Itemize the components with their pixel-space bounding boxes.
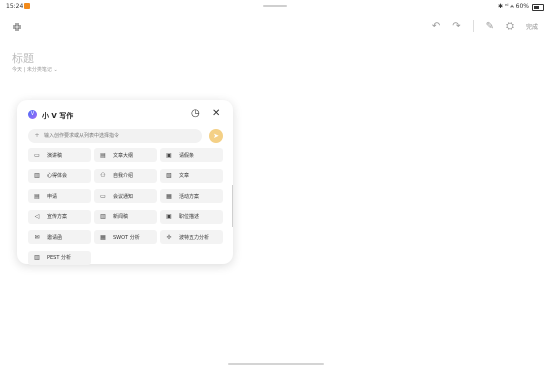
template-chip[interactable]: ▤ 申请: [28, 189, 91, 203]
template-chip[interactable]: ▦ 活动方案: [160, 189, 223, 203]
template-icon: ▦: [166, 192, 172, 200]
template-icon: ✉: [34, 233, 40, 241]
fullscreen-icon[interactable]: [12, 22, 22, 35]
template-icon: ▤: [100, 151, 106, 159]
notification-badge-icon: [24, 3, 30, 9]
template-icon: ⚇: [100, 172, 106, 179]
template-icon: ▭: [100, 192, 106, 200]
template-icon: ▣: [166, 151, 172, 159]
template-chip[interactable]: ▭ 会议通知: [94, 189, 157, 203]
template-label: 会议通知: [113, 193, 134, 200]
template-icon: ▦: [100, 233, 106, 241]
template-icon: ▤: [34, 192, 40, 200]
template-chip[interactable]: ▣ 请假条: [160, 148, 223, 162]
template-icon: ✢: [166, 233, 172, 241]
template-chip[interactable]: ▦ SWOT 分析: [94, 230, 157, 244]
close-icon[interactable]: ✕: [212, 109, 222, 119]
template-label: PEST 分析: [47, 255, 71, 261]
template-icon: ▧: [166, 172, 172, 179]
writing-assistant-panel: V 小 V 写作 ◷ ✕ + ➤ ▭ 演讲稿 ▤ 文章大纲 ▣ 请假条 ▥ 心得体会 ⚇ 自我介绍…: [17, 100, 233, 265]
window-drag-handle[interactable]: [263, 5, 287, 7]
status-indicators: ✱ ⁿᴵ ⩜ 60%: [498, 3, 544, 11]
template-icon: ▥: [34, 254, 40, 261]
history-icon[interactable]: ◷: [191, 109, 201, 119]
template-chip[interactable]: ▥ PEST 分析: [28, 250, 91, 265]
template-label: 邀请函: [47, 234, 63, 241]
prompt-input[interactable]: [44, 131, 194, 141]
status-time: 15:24: [6, 3, 24, 10]
fullscreen-glyph-icon: [13, 23, 21, 31]
template-chip[interactable]: ▥ 新闻稿: [94, 209, 157, 224]
template-chip[interactable]: ▧ 文章: [160, 168, 223, 183]
template-chip[interactable]: ▣ 职位描述: [160, 209, 223, 224]
pen-icon[interactable]: ✎: [486, 21, 494, 32]
share-icon[interactable]: ⛭: [506, 21, 514, 32]
note-meta[interactable]: 今天 | 未分类笔记 ⌄: [12, 66, 58, 73]
status-indicators-text: ✱ ⁿᴵ ⩜ 60%: [498, 3, 529, 10]
template-chip[interactable]: ▥ 心得体会: [28, 168, 91, 183]
panel-header: V 小 V 写作 ◷ ✕: [17, 100, 233, 128]
note-title-field[interactable]: 标题: [12, 50, 34, 66]
prompt-box[interactable]: +: [28, 129, 202, 143]
template-label: 新闻稿: [113, 214, 129, 220]
template-label: 文章大纲: [113, 152, 134, 159]
template-chip[interactable]: ✉ 邀请函: [28, 230, 91, 244]
template-chip[interactable]: ◁ 宣传方案: [28, 209, 91, 224]
template-icon: ▥: [100, 213, 106, 220]
assistant-logo-icon: V: [28, 110, 37, 119]
template-label: 活动方案: [179, 193, 200, 200]
template-chip[interactable]: ✢ 波特五力分析: [160, 230, 223, 244]
template-icon: ▭: [34, 151, 40, 159]
send-button[interactable]: ➤: [209, 129, 223, 143]
template-label: SWOT 分析: [113, 234, 140, 241]
template-label: 自我介绍: [113, 173, 134, 179]
template-label: 请假条: [179, 152, 195, 159]
template-label: 文章: [179, 173, 190, 179]
battery-icon: [532, 3, 544, 11]
editor-toolbar: ↶ ↷ ✎ ⛭ 完成: [432, 20, 538, 32]
panel-title: 小 V 写作: [42, 112, 74, 120]
plus-icon[interactable]: +: [33, 132, 41, 140]
home-indicator[interactable]: [228, 363, 324, 365]
template-label: 波特五力分析: [179, 234, 210, 241]
template-chip[interactable]: ⚇ 自我介绍: [94, 168, 157, 183]
template-chip[interactable]: ▭ 演讲稿: [28, 148, 91, 162]
template-icon: ▣: [166, 213, 172, 220]
undo-icon[interactable]: ↶: [432, 21, 440, 32]
template-label: 申请: [47, 193, 58, 200]
template-label: 宣传方案: [47, 214, 68, 220]
template-icon: ◁: [34, 213, 40, 220]
template-icon: ▥: [34, 172, 40, 179]
template-chip[interactable]: ▤ 文章大纲: [94, 148, 157, 162]
template-label: 心得体会: [47, 173, 68, 179]
done-button[interactable]: 完成: [526, 22, 538, 31]
toolbar-divider: [472, 20, 474, 32]
redo-icon[interactable]: ↷: [452, 21, 460, 32]
template-label: 演讲稿: [47, 152, 63, 159]
template-label: 职位描述: [179, 214, 200, 220]
scrollbar[interactable]: [232, 185, 233, 227]
